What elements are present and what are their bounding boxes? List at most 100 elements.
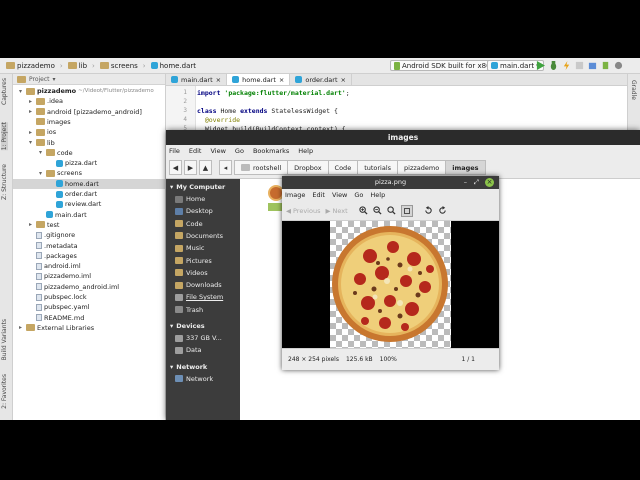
tab-order-dart[interactable]: order.dart × (290, 74, 352, 85)
tree-item[interactable]: .metadata (13, 241, 165, 251)
sidebar-item[interactable]: 337 GB V... (175, 334, 222, 342)
tree-item[interactable]: main.dart (13, 210, 165, 220)
sidebar-item[interactable]: Pictures (175, 257, 212, 265)
tree-item[interactable]: ▸ android [pizzademo_android] (13, 107, 165, 117)
sdk-manager-icon[interactable] (588, 61, 597, 70)
sidebar-item[interactable]: Code (175, 220, 203, 228)
tree-item[interactable]: ▾ screens (13, 168, 165, 178)
menu-go[interactable]: Go (354, 191, 363, 199)
breadcrumb-file[interactable]: home.dart (150, 62, 196, 70)
hot-reload-icon[interactable] (562, 61, 571, 70)
chevron-down-icon[interactable]: ▾ (17, 88, 24, 95)
device-selector[interactable]: Android SDK built for x86 ▾ (390, 60, 501, 71)
breadcrumb-screens[interactable]: screens (99, 62, 138, 70)
tree-item[interactable]: images (13, 117, 165, 127)
sidebar-item[interactable]: Downloads (175, 281, 222, 289)
chevron-right-icon[interactable]: ▸ (17, 324, 24, 331)
tree-item[interactable]: pubspec.yaml (13, 302, 165, 312)
code-line[interactable]: class Home extends StatelessWidget { (197, 107, 338, 115)
tree-item[interactable]: order.dart (13, 189, 165, 199)
zoom-in-icon[interactable] (359, 206, 368, 215)
captures-tab[interactable]: Captures (1, 78, 8, 105)
tree-item[interactable]: .gitignore (13, 230, 165, 240)
menu-file[interactable]: File (169, 147, 180, 155)
tree-item[interactable]: ▸ test (13, 220, 165, 230)
tree-item[interactable]: ▸ External Libraries (13, 323, 165, 333)
path-left-arrow-icon[interactable]: ◂ (219, 160, 232, 175)
path-tutorials[interactable]: tutorials (357, 160, 399, 175)
tree-item[interactable]: review.dart (13, 199, 165, 209)
sidebar-item[interactable]: Videos (175, 269, 208, 277)
chevron-down-icon[interactable]: ▾ (37, 149, 44, 156)
project-panel-header[interactable]: Project ▾ (13, 74, 165, 85)
chevron-right-icon[interactable]: ▸ (27, 108, 34, 115)
menu-edit[interactable]: Edit (312, 191, 325, 199)
rotate-right-icon[interactable] (438, 206, 447, 215)
favorites-tab[interactable]: 2: Favorites (1, 374, 8, 409)
chevron-down-icon[interactable]: ▾ (170, 363, 173, 371)
stop-icon[interactable] (575, 61, 584, 70)
previous-button[interactable]: ◀ Previous (286, 207, 320, 215)
tree-item[interactable]: pubspec.lock (13, 292, 165, 302)
up-arrow-icon[interactable]: ▲ (199, 160, 212, 175)
close-icon[interactable]: × (216, 76, 221, 84)
rotate-left-icon[interactable] (424, 206, 433, 215)
path-dropbox[interactable]: Dropbox (287, 160, 329, 175)
menu-go[interactable]: Go (235, 147, 244, 155)
sidebar-item[interactable]: Data (175, 346, 202, 354)
breadcrumb-lib[interactable]: lib (67, 62, 87, 70)
sidebar-item[interactable]: Documents (175, 232, 223, 240)
close-icon[interactable]: × (485, 178, 494, 187)
sidebar-item[interactable]: Desktop (175, 207, 213, 215)
chevron-down-icon[interactable]: ▾ (37, 170, 44, 177)
path-pizzademo[interactable]: pizzademo (397, 160, 447, 175)
path-code[interactable]: Code (327, 160, 359, 175)
sidebar-item[interactable]: Trash (175, 306, 203, 314)
menu-help[interactable]: Help (370, 191, 385, 199)
sidebar-section-header[interactable]: ▾ Devices (170, 322, 205, 330)
tree-item[interactable]: ▾ pizzademo ~/Videot/Flutter/pizzademo (13, 86, 165, 96)
menu-image[interactable]: Image (285, 191, 305, 199)
code-line[interactable]: import 'package:flutter/material.dart'; (197, 89, 350, 97)
chevron-right-icon[interactable]: ▸ (27, 98, 34, 105)
run-icon[interactable] (536, 61, 545, 70)
debug-icon[interactable] (549, 61, 558, 70)
sidebar-section-header[interactable]: ▾ My Computer (170, 183, 225, 191)
chevron-right-icon[interactable]: ▸ (27, 221, 34, 228)
menu-help[interactable]: Help (298, 147, 313, 155)
zoom-out-icon[interactable] (373, 206, 382, 215)
menu-edit[interactable]: Edit (189, 147, 202, 155)
tree-item[interactable]: .packages (13, 251, 165, 261)
project-tab[interactable]: 1: Project (1, 122, 8, 151)
chevron-down-icon[interactable]: ▾ (27, 139, 34, 146)
tree-item[interactable]: pizzademo_android.iml (13, 282, 165, 292)
menu-bookmarks[interactable]: Bookmarks (253, 147, 289, 155)
tree-item[interactable]: ▾ code (13, 148, 165, 158)
close-icon[interactable]: × (279, 76, 284, 84)
tab-home-dart[interactable]: home.dart × (227, 74, 291, 85)
path-rootshell[interactable]: rootshell (234, 160, 289, 175)
tree-item[interactable]: ▸ .idea (13, 96, 165, 106)
menu-view[interactable]: View (332, 191, 347, 199)
zoom-fit-icon[interactable] (400, 204, 413, 217)
tree-item[interactable]: pizzademo.iml (13, 271, 165, 281)
avd-manager-icon[interactable] (601, 61, 610, 70)
minimize-icon[interactable]: – (464, 176, 467, 189)
tree-item[interactable]: pizza.dart (13, 158, 165, 168)
tree-item[interactable]: android.iml (13, 261, 165, 271)
menu-view[interactable]: View (210, 147, 225, 155)
image-canvas[interactable] (282, 221, 499, 348)
next-button[interactable]: ▶ Next (325, 207, 347, 215)
help-icon[interactable] (614, 61, 623, 70)
tree-item[interactable]: home.dart (13, 178, 165, 189)
structure-tab[interactable]: Z: Structure (1, 164, 8, 200)
chevron-right-icon[interactable]: ▸ (27, 129, 34, 136)
sidebar-item[interactable]: Home (175, 195, 205, 203)
chevron-down-icon[interactable]: ▾ (170, 322, 173, 330)
forward-arrow-icon[interactable]: ▶ (184, 160, 197, 175)
gradle-tab[interactable]: Gradle (630, 80, 637, 100)
sidebar-section-header[interactable]: ▾ Network (170, 363, 207, 371)
path-images[interactable]: images (445, 160, 486, 175)
close-icon[interactable]: × (341, 76, 346, 84)
sidebar-item[interactable]: Network (175, 375, 213, 383)
